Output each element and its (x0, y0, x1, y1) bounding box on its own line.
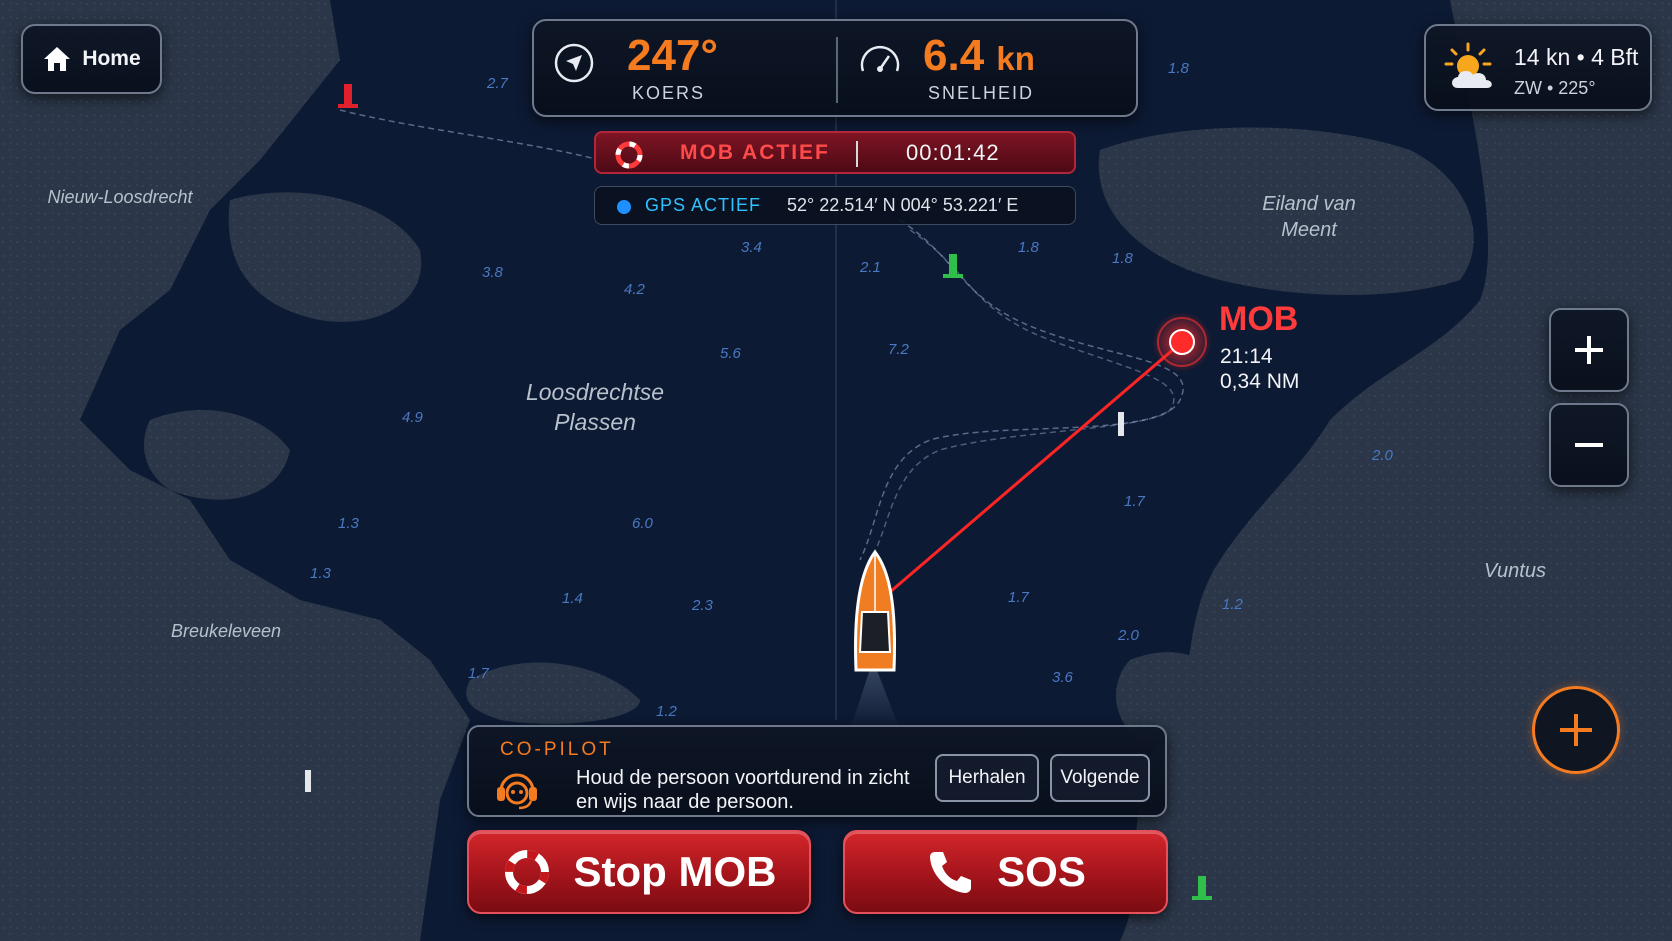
depth-sounding: 6.0 (632, 515, 654, 532)
next-button[interactable]: Volgende (1050, 754, 1150, 802)
gps-status-bar: GPS ACTIEF 52° 22.514′ N 004° 53.221′ E (594, 186, 1076, 225)
copilot-message-line2: en wijs naar de persoon. (576, 791, 794, 813)
place-label: Breukeleveen (171, 621, 281, 641)
depth-sounding: 1.8 (1168, 60, 1190, 77)
place-label: Meent (1281, 219, 1338, 241)
depth-sounding: 1.3 (338, 515, 360, 532)
sos-label: SOS (997, 848, 1086, 895)
speedometer-icon (860, 45, 900, 72)
gps-coordinates: 52° 22.514′ N 004° 53.221′ E (787, 195, 1019, 215)
minus-icon (1575, 443, 1603, 447)
copilot-message-line1: Houd de persoon voortdurend in zicht (576, 767, 910, 789)
plus-icon (1575, 336, 1603, 364)
depth-sounding: 1.7 (1008, 589, 1030, 606)
speed-value: 6.4 (923, 31, 985, 80)
home-label: Home (82, 47, 141, 70)
lifebuoy-icon (615, 141, 643, 169)
depth-sounding: 7.2 (888, 341, 910, 358)
compass-icon (554, 43, 594, 83)
depth-sounding: 1.4 (562, 590, 583, 607)
add-waypoint-button[interactable] (1532, 686, 1620, 774)
speed-label: SNELHEID (928, 83, 1035, 103)
depth-sounding: 3.4 (741, 239, 762, 256)
heading-value: 247° (627, 31, 719, 80)
depth-sounding: 1.8 (1018, 239, 1040, 256)
stop-mob-button[interactable]: Stop MOB (467, 830, 811, 914)
depth-sounding: 2.0 (1117, 627, 1140, 644)
repeat-button[interactable]: Herhalen (935, 754, 1039, 802)
copilot-panel: CO-PILOT Houd de persoon voortdurend in … (467, 725, 1167, 817)
mob-status-divider (856, 141, 858, 167)
gps-indicator-icon (617, 200, 631, 214)
lifebuoy-icon (504, 850, 549, 894)
phone-icon (930, 852, 972, 893)
speed-unit: kn (996, 40, 1035, 77)
depth-sounding: 3.6 (1052, 669, 1074, 686)
gps-status-label: GPS ACTIEF (645, 195, 762, 215)
plus-icon (1560, 714, 1592, 746)
speed-readout: 6.4 kn SNELHEID (838, 21, 1138, 119)
mob-status-bar: MOB ACTIEF 00:01:42 (594, 131, 1076, 174)
sos-button[interactable]: SOS (843, 830, 1168, 914)
depth-sounding: 2.3 (691, 597, 714, 614)
home-icon (44, 47, 71, 71)
wind-direction: ZW • 225° (1514, 78, 1596, 98)
depth-sounding: 4.2 (624, 281, 646, 298)
place-label: Loosdrechtse (526, 379, 664, 405)
depth-sounding: 2.0 (1371, 447, 1394, 464)
place-label: Nieuw-Loosdrecht (47, 187, 193, 207)
depth-sounding: 2.7 (486, 75, 509, 92)
weather-panel[interactable]: 14 kn • 4 Bft ZW • 225° (1424, 24, 1652, 111)
headset-assistant-icon (497, 773, 537, 810)
mob-marker[interactable] (1169, 329, 1195, 355)
buoy-white (305, 770, 311, 792)
copilot-title: CO-PILOT (500, 739, 614, 760)
depth-sounding: 1.8 (1112, 250, 1134, 267)
buoy-white (1118, 412, 1124, 436)
heading-readout: 247° KOERS (534, 21, 834, 119)
place-label: Eiland van (1262, 193, 1355, 215)
place-label: Vuntus (1484, 560, 1546, 582)
depth-sounding: 1.2 (656, 703, 678, 720)
depth-sounding: 5.6 (720, 345, 742, 362)
mob-marker-time: 21:14 (1220, 345, 1273, 368)
heading-label: KOERS (632, 83, 706, 103)
mob-marker-distance: 0,34 NM (1220, 370, 1300, 393)
wind-speed: 14 kn • 4 Bft (1514, 44, 1639, 70)
zoom-out-button[interactable] (1549, 403, 1629, 487)
mob-timer: 00:01:42 (906, 139, 1000, 165)
place-label: Plassen (554, 409, 636, 435)
home-button[interactable]: Home (21, 24, 162, 94)
navigation-panel: 247° KOERS 6.4 kn SNELHEID (532, 19, 1138, 117)
depth-sounding: 2.1 (859, 259, 881, 276)
depth-sounding: 3.8 (482, 264, 504, 281)
partly-cloudy-sun-icon (1444, 42, 1492, 88)
depth-sounding: 1.7 (468, 665, 490, 682)
stop-mob-label: Stop MOB (573, 848, 777, 895)
depth-sounding: 4.9 (402, 409, 424, 426)
depth-sounding: 1.7 (1124, 493, 1146, 510)
mob-marker-label: MOB (1219, 300, 1299, 338)
depth-sounding: 1.3 (310, 565, 332, 582)
zoom-in-button[interactable] (1549, 308, 1629, 392)
mob-status-label: MOB ACTIEF (680, 140, 830, 164)
depth-sounding: 1.2 (1222, 596, 1244, 613)
